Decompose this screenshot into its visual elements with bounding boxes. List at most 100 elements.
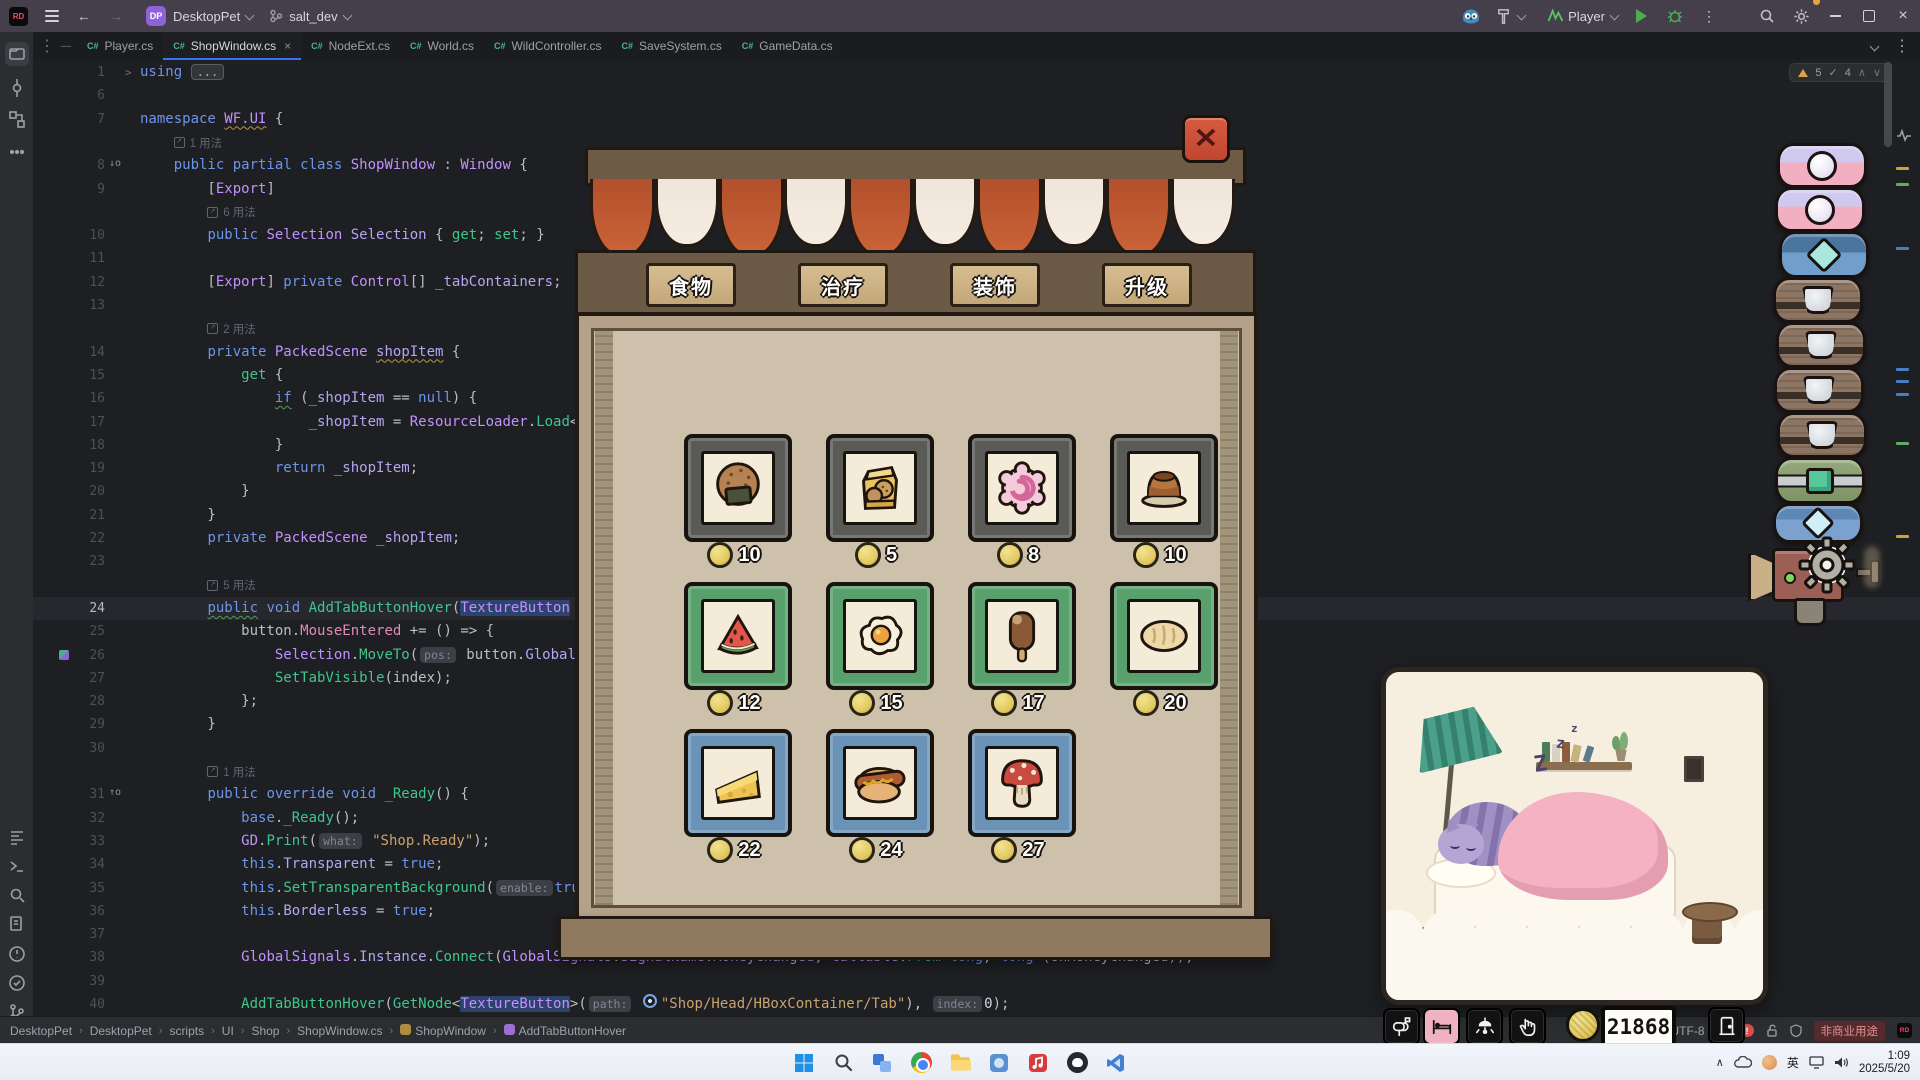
shop-item-rice-cracker[interactable] — [684, 434, 792, 542]
project-folder-icon[interactable] — [5, 42, 29, 66]
gear-machine[interactable] — [1748, 540, 1888, 635]
tab-close-icon[interactable]: × — [284, 39, 291, 53]
stripe-mark[interactable] — [1896, 393, 1909, 396]
chevron-down-icon[interactable] — [1517, 10, 1527, 20]
search-everywhere-icon[interactable] — [1750, 0, 1784, 32]
shop-tab-1[interactable]: 食物 — [646, 263, 736, 307]
editor-tab-SaveSystem.cs[interactable]: C#SaveSystem.cs — [612, 32, 732, 60]
stripe-mark[interactable] — [1896, 247, 1909, 250]
taskbar-app-vscode[interactable] — [1104, 1051, 1128, 1075]
services-icon[interactable] — [5, 971, 29, 995]
taskbar-app-photos[interactable] — [987, 1051, 1011, 1075]
run-button[interactable] — [1624, 0, 1658, 32]
branch-selector[interactable]: salt_dev — [289, 9, 337, 24]
stripe-mark[interactable] — [1896, 183, 1909, 186]
chest-wood[interactable] — [1776, 322, 1866, 368]
problems-icon[interactable] — [5, 942, 29, 966]
usage-hint[interactable]: ↗1 用法 — [207, 760, 256, 783]
project-selector[interactable]: DesktopPet — [173, 9, 240, 24]
taskbar-app-explorer[interactable] — [948, 1051, 972, 1075]
tray-clock[interactable]: 1:09 2025/5/20 — [1859, 1050, 1910, 1076]
breadcrumb-item[interactable]: Shop — [251, 1024, 279, 1038]
pet-toolbar-mailbox-button[interactable] — [1383, 1008, 1420, 1045]
godot-engine-icon[interactable] — [1461, 7, 1481, 25]
next-issue-icon[interactable]: ∨ — [1873, 66, 1881, 79]
breadcrumb-item[interactable]: DesktopPet — [10, 1024, 72, 1038]
shop-item-cheese[interactable] — [684, 729, 792, 837]
breadcrumb[interactable]: DesktopPet›DesktopPet›scripts›UI›Shop›Sh… — [10, 1024, 626, 1038]
pet-toolbar-door-button[interactable] — [1708, 1007, 1745, 1044]
code-line-1[interactable]: 1>using ... — [33, 61, 1920, 84]
editor-tab-ShopWindow.cs[interactable]: C#ShopWindow.cs× — [163, 32, 301, 60]
shop-tab-3[interactable]: 装饰 — [950, 263, 1040, 307]
run-config-selector[interactable]: Player — [1568, 9, 1605, 24]
shop-tab-2[interactable]: 治疗 — [798, 263, 888, 307]
tab-list-chevron-icon[interactable] — [1870, 41, 1880, 51]
tab-options-icon[interactable]: ⋮ — [1894, 36, 1910, 56]
volume-icon[interactable] — [1834, 1056, 1849, 1069]
breadcrumb-item[interactable]: ShopWindow — [400, 1024, 486, 1038]
more-actions-icon[interactable]: ⋮ — [1692, 0, 1726, 32]
analyzer-status-icon[interactable] — [1896, 128, 1912, 142]
shop-item-mushroom[interactable] — [968, 729, 1076, 837]
stripe-mark[interactable] — [1896, 442, 1909, 445]
shield-check-icon[interactable] — [1790, 1024, 1802, 1037]
tray-chevron-up-icon[interactable]: ∧ — [1716, 1056, 1724, 1069]
chest-wood[interactable] — [1777, 412, 1867, 458]
stripe-mark[interactable] — [1896, 380, 1909, 383]
commit-icon[interactable] — [5, 76, 29, 100]
breadcrumb-item[interactable]: ShopWindow.cs — [297, 1024, 382, 1038]
taskbar-app-github[interactable] — [1065, 1051, 1089, 1075]
pet-toolbar-bed-button[interactable] — [1423, 1008, 1460, 1045]
chest-pearl[interactable] — [1775, 187, 1865, 232]
shop-item-bread[interactable] — [1110, 582, 1218, 690]
shop-item-pudding[interactable] — [1110, 434, 1218, 542]
editor-tab-GameData.cs[interactable]: C#GameData.cs — [732, 32, 843, 60]
shop-item-cookie-bag[interactable] — [826, 434, 934, 542]
hide-tabs-icon[interactable]: — — [61, 41, 71, 52]
pet-toolbar-hand-button[interactable] — [1509, 1008, 1546, 1045]
shop-item-fried-egg[interactable] — [826, 582, 934, 690]
files-tool-icon[interactable] — [5, 913, 29, 937]
stripe-mark[interactable] — [1896, 167, 1909, 170]
inspections-widget[interactable]: 5 ✓ 4 ∧ ∨ — [1789, 63, 1890, 82]
taskbar-app-start[interactable] — [792, 1051, 816, 1075]
search-tool-icon[interactable] — [5, 884, 29, 908]
inherited-gutter-icon[interactable]: ↓o — [109, 158, 125, 174]
shop-item-naruto-swirl[interactable] — [968, 434, 1076, 542]
chest-green-gem[interactable] — [1775, 457, 1865, 504]
chest-pearl[interactable] — [1777, 143, 1867, 188]
editor-tab-WildController.cs[interactable]: C#WildController.cs — [484, 32, 612, 60]
more-tools-icon[interactable] — [5, 140, 29, 164]
editor-tab-Player.cs[interactable]: C#Player.cs — [77, 32, 163, 60]
shop-item-watermelon[interactable] — [684, 582, 792, 690]
maximize-button[interactable] — [1852, 0, 1886, 32]
build-hammer-icon[interactable] — [1495, 8, 1512, 25]
override-gutter-icon[interactable]: ↑o — [109, 787, 125, 803]
stripe-mark[interactable] — [1896, 368, 1909, 371]
shop-item-hot-dog[interactable] — [826, 729, 934, 837]
back-icon[interactable]: ← — [77, 8, 91, 24]
chest-wood[interactable] — [1773, 277, 1863, 323]
code-line-6[interactable]: 6 — [33, 84, 1920, 107]
godot-connection-gutter-icon[interactable] — [59, 650, 69, 660]
onedrive-cloud-icon[interactable] — [1734, 1056, 1752, 1069]
editor-scrollbar[interactable] — [1884, 62, 1892, 147]
shop-close-button[interactable]: ✕ — [1182, 115, 1230, 163]
ime-indicator[interactable]: 英 — [1787, 1054, 1799, 1071]
taskbar-app-search[interactable] — [831, 1051, 855, 1075]
pet-app-tray-icon[interactable] — [1762, 1055, 1777, 1070]
breadcrumb-item[interactable]: AddTabButtonHover — [504, 1024, 626, 1038]
license-badge[interactable]: 非商业用途 — [1814, 1021, 1886, 1041]
shop-item-popsicle[interactable] — [968, 582, 1076, 690]
breadcrumb-item[interactable]: DesktopPet — [90, 1024, 152, 1038]
main-menu-icon[interactable] — [45, 7, 59, 25]
taskbar-app-widgets[interactable] — [870, 1051, 894, 1075]
usage-hint[interactable]: ↗2 用法 — [207, 317, 256, 340]
editor-tab-World.cs[interactable]: C#World.cs — [400, 32, 484, 60]
prev-issue-icon[interactable]: ∧ — [1858, 66, 1866, 79]
forward-icon[interactable]: → — [109, 8, 123, 24]
taskbar-app-music[interactable] — [1026, 1051, 1050, 1075]
structure-icon[interactable] — [5, 108, 29, 132]
usage-hint[interactable]: ↗1 用法 — [174, 131, 223, 154]
